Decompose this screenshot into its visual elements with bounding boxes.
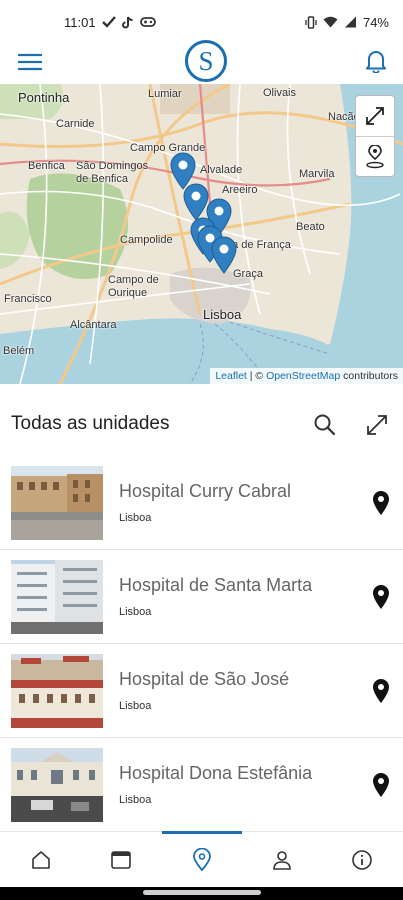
status-bar: 11:01 74% — [0, 0, 403, 44]
app-logo: S — [184, 39, 228, 83]
search-icon[interactable] — [312, 412, 338, 438]
hospital-name: Hospital de Santa Marta — [119, 575, 313, 595]
logo-letter: S — [198, 46, 213, 76]
map-label-pontinha: Pontinha — [18, 90, 70, 105]
hospital-city: Lisboa — [119, 794, 152, 806]
app-header: S — [0, 40, 403, 84]
hospital-photo — [11, 560, 103, 634]
list-item[interactable]: Hospital de São José Lisboa — [0, 644, 403, 738]
info-icon[interactable] — [322, 832, 402, 888]
calendar-card-icon[interactable] — [81, 832, 161, 888]
map-fullscreen-icon[interactable] — [356, 96, 394, 136]
attribution-suffix: contributors — [340, 370, 398, 382]
map-label-carnide: Carnide — [56, 118, 95, 130]
map-marker-icon[interactable] — [211, 236, 237, 274]
hospital-city: Lisboa — [119, 512, 152, 524]
signal-icon — [344, 16, 357, 28]
hospital-name: Hospital Dona Estefânia — [119, 763, 313, 783]
list-item[interactable]: Hospital Curry Cabral Lisboa — [0, 456, 403, 550]
battery-level: 74% — [362, 14, 389, 30]
bottom-navigation — [0, 831, 403, 887]
map-label-beato: Beato — [296, 221, 325, 233]
location-pin-icon[interactable] — [370, 584, 392, 610]
list-item[interactable]: Hospital de Santa Marta Lisboa — [0, 550, 403, 644]
leaflet-link[interactable]: Leaflet — [215, 370, 247, 382]
gamepad-icon — [139, 16, 156, 28]
map-label-olivais: Olivais — [263, 87, 297, 99]
map-label-alcantara: Alcântara — [70, 319, 117, 331]
home-gesture-handle[interactable] — [143, 890, 261, 895]
map-label-alvalade: Alvalade — [200, 164, 243, 176]
location-pin-icon[interactable] — [370, 490, 392, 516]
wifi-icon — [323, 16, 338, 28]
hospital-photo — [11, 654, 103, 728]
tiktok-icon — [121, 16, 134, 29]
location-pin-icon[interactable] — [370, 772, 392, 798]
hospital-photo — [11, 748, 103, 822]
location-pin-icon[interactable] — [370, 678, 392, 704]
map-label-campo-de-ourique: Campo de Ourique — [108, 274, 159, 299]
home-icon[interactable] — [1, 832, 81, 888]
map-locate-icon[interactable] — [356, 136, 394, 176]
map-label-campolide: Campolide — [120, 234, 173, 246]
map-label-areeiro: Areeiro — [222, 184, 258, 196]
units-section-header: Todas as unidades — [0, 400, 403, 450]
map-label-graca: Graça — [233, 268, 263, 280]
map[interactable]: Pontinha Lumiar Olivais Carnide Nacão Ca… — [0, 84, 403, 384]
location-pin-icon[interactable] — [162, 831, 242, 888]
openstreetmap-link[interactable]: OpenStreetMap — [266, 370, 340, 382]
map-controls — [355, 95, 395, 177]
attribution-separator: | © — [246, 370, 267, 382]
map-label-belem: Belém — [3, 345, 35, 357]
check-icon — [101, 16, 116, 28]
section-title: Todas as unidades — [11, 413, 170, 434]
map-label-lumiar: Lumiar — [148, 88, 182, 100]
hospital-name: Hospital de São José — [119, 669, 290, 689]
vibrate-icon — [305, 15, 317, 29]
map-label-sao-domingos: São Domingos de Benfica — [76, 160, 149, 185]
hospital-list: Hospital Curry Cabral Lisboa Hospital de… — [0, 456, 403, 832]
notifications-bell-icon[interactable] — [361, 46, 391, 76]
map-label-benfica: Benfica — [28, 160, 65, 172]
list-item[interactable]: Hospital Dona Estefânia Lisboa — [0, 738, 403, 832]
hospital-city: Lisboa — [119, 606, 152, 618]
system-gesture-bar — [0, 887, 403, 900]
map-label-marvila: Marvila — [299, 168, 335, 180]
person-icon[interactable] — [242, 832, 322, 888]
map-label-francisco: Francisco — [4, 293, 52, 305]
hamburger-menu-icon[interactable] — [16, 48, 44, 76]
status-time: 11:01 — [64, 14, 96, 30]
expand-icon[interactable] — [364, 412, 390, 438]
hospital-photo — [11, 466, 103, 540]
hospital-city: Lisboa — [119, 700, 152, 712]
map-attribution: Leaflet | © OpenStreetMap contributors — [210, 368, 403, 384]
hospital-name: Hospital Curry Cabral — [119, 481, 292, 501]
map-label-lisboa: Lisboa — [203, 307, 242, 322]
